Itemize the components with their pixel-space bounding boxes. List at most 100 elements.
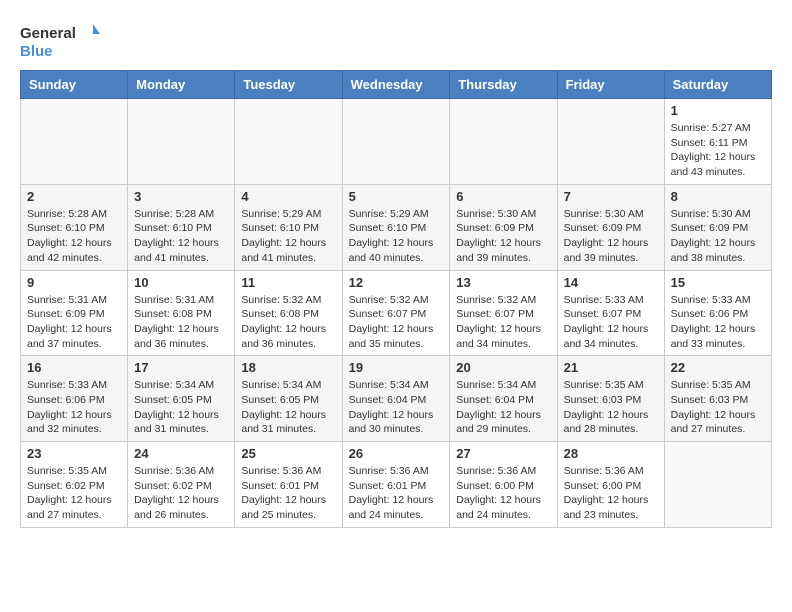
day-cell: 27 Sunrise: 5:36 AM Sunset: 6:00 PM Dayli…: [450, 442, 557, 528]
day-number: 28: [564, 446, 658, 461]
day-number: 2: [27, 189, 121, 204]
day-info: Sunrise: 5:33 AM Sunset: 6:06 PM Dayligh…: [27, 378, 121, 437]
day-cell: [342, 99, 450, 185]
day-cell: [128, 99, 235, 185]
day-number: 21: [564, 360, 658, 375]
day-number: 14: [564, 275, 658, 290]
day-number: 24: [134, 446, 228, 461]
day-info: Sunrise: 5:29 AM Sunset: 6:10 PM Dayligh…: [349, 207, 444, 266]
day-info: Sunrise: 5:33 AM Sunset: 6:07 PM Dayligh…: [564, 293, 658, 352]
day-info: Sunrise: 5:34 AM Sunset: 6:05 PM Dayligh…: [134, 378, 228, 437]
logo-svg: General Blue: [20, 20, 100, 60]
day-info: Sunrise: 5:34 AM Sunset: 6:04 PM Dayligh…: [456, 378, 550, 437]
day-number: 17: [134, 360, 228, 375]
day-info: Sunrise: 5:32 AM Sunset: 6:08 PM Dayligh…: [241, 293, 335, 352]
week-row-5: 23Sunrise: 5:35 AM Sunset: 6:02 PM Dayli…: [21, 442, 772, 528]
day-cell: [450, 99, 557, 185]
day-cell: 1Sunrise: 5:27 AM Sunset: 6:11 PM Daylig…: [664, 99, 771, 185]
day-cell: 17 Sunrise: 5:34 AM Sunset: 6:05 PM Dayli…: [128, 356, 235, 442]
weekday-header-saturday: Saturday: [664, 71, 771, 99]
day-cell: 10 Sunrise: 5:31 AM Sunset: 6:08 PM Dayli…: [128, 270, 235, 356]
day-cell: 16 Sunrise: 5:33 AM Sunset: 6:06 PM Dayli…: [21, 356, 128, 442]
day-cell: 26 Sunrise: 5:36 AM Sunset: 6:01 PM Dayli…: [342, 442, 450, 528]
svg-text:General: General: [20, 25, 76, 42]
day-info: Sunrise: 5:28 AM Sunset: 6:10 PM Dayligh…: [27, 207, 121, 266]
day-info: Sunrise: 5:29 AM Sunset: 6:10 PM Dayligh…: [241, 207, 335, 266]
day-number: 13: [456, 275, 550, 290]
calendar-table: SundayMondayTuesdayWednesdayThursdayFrid…: [20, 70, 772, 528]
day-number: 10: [134, 275, 228, 290]
day-cell: 24 Sunrise: 5:36 AM Sunset: 6:02 PM Dayli…: [128, 442, 235, 528]
day-cell: 9 Sunrise: 5:31 AM Sunset: 6:09 PM Daylig…: [21, 270, 128, 356]
day-info: Sunrise: 5:36 AM Sunset: 6:02 PM Dayligh…: [134, 464, 228, 523]
day-info: Sunrise: 5:30 AM Sunset: 6:09 PM Dayligh…: [456, 207, 550, 266]
page-header: General Blue: [20, 20, 772, 60]
day-cell: 12Sunrise: 5:32 AM Sunset: 6:07 PM Dayli…: [342, 270, 450, 356]
day-cell: 25 Sunrise: 5:36 AM Sunset: 6:01 PM Dayli…: [235, 442, 342, 528]
day-cell: 22 Sunrise: 5:35 AM Sunset: 6:03 PM Dayli…: [664, 356, 771, 442]
day-cell: [557, 99, 664, 185]
day-cell: 7Sunrise: 5:30 AM Sunset: 6:09 PM Daylig…: [557, 184, 664, 270]
day-number: 11: [241, 275, 335, 290]
day-info: Sunrise: 5:36 AM Sunset: 6:01 PM Dayligh…: [349, 464, 444, 523]
day-info: Sunrise: 5:31 AM Sunset: 6:08 PM Dayligh…: [134, 293, 228, 352]
day-cell: 5 Sunrise: 5:29 AM Sunset: 6:10 PM Daylig…: [342, 184, 450, 270]
weekday-header-wednesday: Wednesday: [342, 71, 450, 99]
day-cell: [664, 442, 771, 528]
day-info: Sunrise: 5:35 AM Sunset: 6:03 PM Dayligh…: [671, 378, 765, 437]
day-info: Sunrise: 5:34 AM Sunset: 6:05 PM Dayligh…: [241, 378, 335, 437]
day-info: Sunrise: 5:28 AM Sunset: 6:10 PM Dayligh…: [134, 207, 228, 266]
weekday-header-monday: Monday: [128, 71, 235, 99]
day-info: Sunrise: 5:36 AM Sunset: 6:01 PM Dayligh…: [241, 464, 335, 523]
day-number: 5: [349, 189, 444, 204]
day-cell: 23Sunrise: 5:35 AM Sunset: 6:02 PM Dayli…: [21, 442, 128, 528]
day-info: Sunrise: 5:35 AM Sunset: 6:02 PM Dayligh…: [27, 464, 121, 523]
weekday-header-friday: Friday: [557, 71, 664, 99]
day-number: 26: [349, 446, 444, 461]
svg-text:Blue: Blue: [20, 43, 53, 60]
day-number: 15: [671, 275, 765, 290]
day-number: 22: [671, 360, 765, 375]
day-cell: 2 Sunrise: 5:28 AM Sunset: 6:10 PM Daylig…: [21, 184, 128, 270]
day-info: Sunrise: 5:33 AM Sunset: 6:06 PM Dayligh…: [671, 293, 765, 352]
day-info: Sunrise: 5:32 AM Sunset: 6:07 PM Dayligh…: [456, 293, 550, 352]
week-row-2: 2 Sunrise: 5:28 AM Sunset: 6:10 PM Daylig…: [21, 184, 772, 270]
day-number: 3: [134, 189, 228, 204]
day-number: 9: [27, 275, 121, 290]
logo: General Blue: [20, 20, 100, 60]
day-cell: 14 Sunrise: 5:33 AM Sunset: 6:07 PM Dayli…: [557, 270, 664, 356]
day-number: 4: [241, 189, 335, 204]
day-cell: 21Sunrise: 5:35 AM Sunset: 6:03 PM Dayli…: [557, 356, 664, 442]
day-cell: 4 Sunrise: 5:29 AM Sunset: 6:10 PM Daylig…: [235, 184, 342, 270]
week-row-3: 9 Sunrise: 5:31 AM Sunset: 6:09 PM Daylig…: [21, 270, 772, 356]
day-cell: 20 Sunrise: 5:34 AM Sunset: 6:04 PM Dayli…: [450, 356, 557, 442]
day-cell: 15 Sunrise: 5:33 AM Sunset: 6:06 PM Dayli…: [664, 270, 771, 356]
day-cell: 19Sunrise: 5:34 AM Sunset: 6:04 PM Dayli…: [342, 356, 450, 442]
day-cell: 28 Sunrise: 5:36 AM Sunset: 6:00 PM Dayli…: [557, 442, 664, 528]
day-number: 1: [671, 103, 765, 118]
day-cell: [235, 99, 342, 185]
day-cell: [21, 99, 128, 185]
day-cell: 18 Sunrise: 5:34 AM Sunset: 6:05 PM Dayli…: [235, 356, 342, 442]
weekday-header-row: SundayMondayTuesdayWednesdayThursdayFrid…: [21, 71, 772, 99]
day-info: Sunrise: 5:36 AM Sunset: 6:00 PM Dayligh…: [456, 464, 550, 523]
day-cell: 13 Sunrise: 5:32 AM Sunset: 6:07 PM Dayli…: [450, 270, 557, 356]
day-number: 7: [564, 189, 658, 204]
day-info: Sunrise: 5:30 AM Sunset: 6:09 PM Dayligh…: [671, 207, 765, 266]
day-number: 6: [456, 189, 550, 204]
weekday-header-sunday: Sunday: [21, 71, 128, 99]
day-number: 25: [241, 446, 335, 461]
day-info: Sunrise: 5:34 AM Sunset: 6:04 PM Dayligh…: [349, 378, 444, 437]
day-number: 18: [241, 360, 335, 375]
day-info: Sunrise: 5:31 AM Sunset: 6:09 PM Dayligh…: [27, 293, 121, 352]
day-cell: 6 Sunrise: 5:30 AM Sunset: 6:09 PM Daylig…: [450, 184, 557, 270]
day-info: Sunrise: 5:36 AM Sunset: 6:00 PM Dayligh…: [564, 464, 658, 523]
day-number: 27: [456, 446, 550, 461]
day-number: 20: [456, 360, 550, 375]
day-cell: 3 Sunrise: 5:28 AM Sunset: 6:10 PM Daylig…: [128, 184, 235, 270]
day-cell: 8Sunrise: 5:30 AM Sunset: 6:09 PM Daylig…: [664, 184, 771, 270]
day-cell: 11 Sunrise: 5:32 AM Sunset: 6:08 PM Dayli…: [235, 270, 342, 356]
day-number: 16: [27, 360, 121, 375]
week-row-1: 1Sunrise: 5:27 AM Sunset: 6:11 PM Daylig…: [21, 99, 772, 185]
week-row-4: 16 Sunrise: 5:33 AM Sunset: 6:06 PM Dayli…: [21, 356, 772, 442]
